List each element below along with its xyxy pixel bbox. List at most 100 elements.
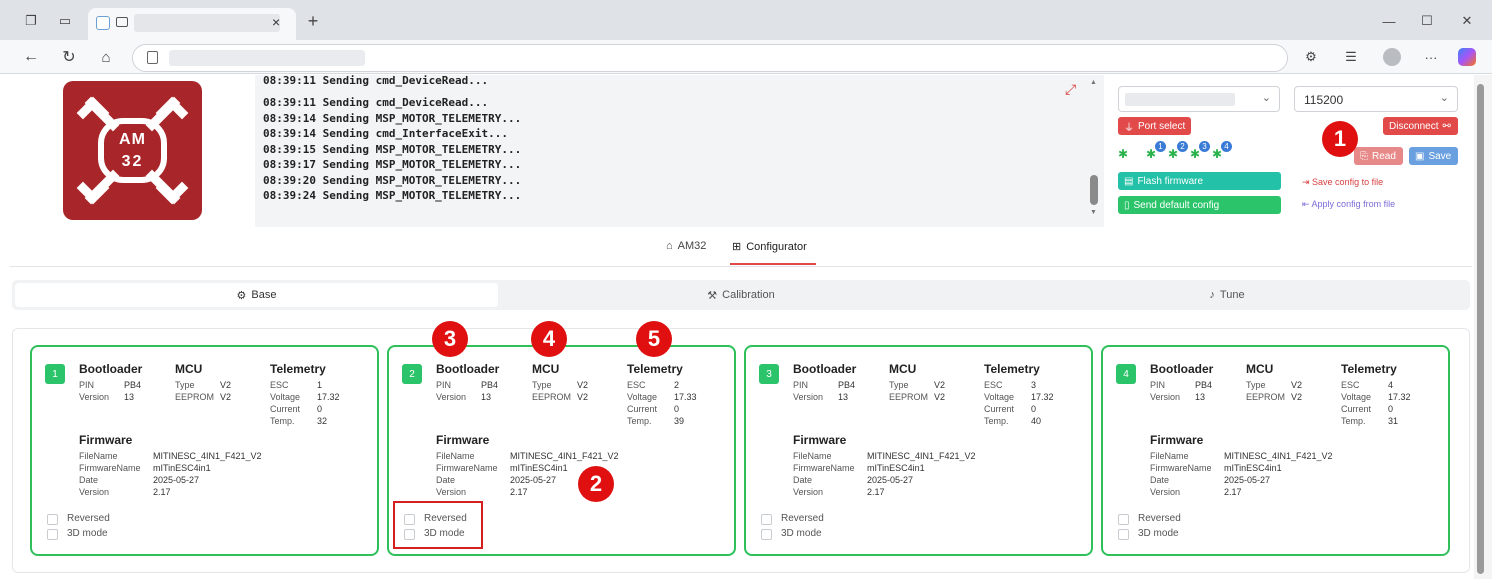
flash-icon: ▤ bbox=[1124, 175, 1134, 187]
date-label: Date bbox=[436, 475, 456, 485]
temp-value: 32 bbox=[317, 416, 328, 426]
profile-avatar[interactable] bbox=[1383, 48, 1401, 66]
bootloader-heading: Bootloader bbox=[1150, 362, 1214, 376]
port-select-button[interactable]: ⏚ Port select bbox=[1118, 117, 1191, 135]
type-value: V2 bbox=[934, 380, 946, 390]
current-label: Current bbox=[627, 404, 658, 414]
eeprom-label: EEPROM bbox=[175, 392, 215, 402]
reversed-checkbox[interactable] bbox=[47, 514, 58, 525]
esc-value: 1 bbox=[317, 380, 323, 390]
3d-mode-checkbox[interactable] bbox=[1118, 529, 1129, 540]
refresh-icon[interactable]: ↻ bbox=[60, 48, 78, 66]
maximize-icon[interactable]: ☐ bbox=[1418, 12, 1436, 30]
esc-card: 3 Bootloader MCU Telemetry PIN PB4 Version 13 Ty… bbox=[744, 345, 1093, 556]
tab-close-icon[interactable]: × bbox=[272, 14, 280, 30]
browser-tab[interactable]: × bbox=[88, 8, 296, 40]
esc-value: 2 bbox=[674, 380, 680, 390]
annotation-badge: 3 bbox=[432, 321, 468, 357]
save-config-link[interactable]: ⇥ Save config to file bbox=[1302, 177, 1383, 188]
bootloader-version-value: 13 bbox=[1195, 392, 1206, 402]
log-console[interactable]: 08:39:11 Sending cmd_DeviceRead... 08:39… bbox=[255, 74, 1104, 227]
disconnect-button[interactable]: Disconnect ⚯ bbox=[1383, 117, 1458, 135]
pin-label: PIN bbox=[79, 380, 95, 390]
settings-icon: ⚙ bbox=[236, 289, 247, 302]
read-button[interactable]: ⎘ Read bbox=[1354, 147, 1403, 165]
url-text bbox=[169, 50, 365, 66]
tab-divider bbox=[10, 266, 1472, 267]
esc-card: 1 Bootloader MCU Telemetry PIN PB4 Version 13 Ty… bbox=[30, 345, 379, 556]
site-info-icon[interactable] bbox=[147, 51, 158, 64]
file-import-icon: ⇤ bbox=[1302, 199, 1312, 209]
bootloader-heading: Bootloader bbox=[793, 362, 857, 376]
firmwarename-label: FirmwareName bbox=[793, 463, 855, 473]
more-icon[interactable]: ··· bbox=[1422, 48, 1440, 66]
eeprom-label: EEPROM bbox=[532, 392, 572, 402]
tab-favicon-icon bbox=[96, 16, 110, 30]
date-label: Date bbox=[793, 475, 813, 485]
send-default-config-button[interactable]: ▯ Send default config bbox=[1118, 196, 1281, 214]
voltage-label: Voltage bbox=[1341, 392, 1372, 402]
reversed-checkbox[interactable] bbox=[1118, 514, 1129, 525]
type-value: V2 bbox=[220, 380, 232, 390]
voltage-label: Voltage bbox=[984, 392, 1015, 402]
voltage-value: 17.32 bbox=[317, 392, 340, 402]
esc-label: ESC bbox=[627, 380, 646, 390]
version-label: Version bbox=[1150, 392, 1181, 402]
expand-icon[interactable]: ⤢ bbox=[1065, 81, 1076, 98]
back-icon[interactable]: ← bbox=[22, 48, 40, 66]
current-label: Current bbox=[984, 404, 1015, 414]
favorites-icon[interactable]: ☰ bbox=[1342, 48, 1360, 66]
reversed-label: Reversed bbox=[1138, 513, 1181, 524]
logo-text-bottom: 32 bbox=[121, 153, 144, 170]
baud-rate-value: 115200 bbox=[1304, 93, 1344, 107]
tab-actions-icon[interactable]: ▭ bbox=[56, 12, 74, 30]
home-icon[interactable]: ⌂ bbox=[97, 48, 115, 66]
pin-label: PIN bbox=[1150, 380, 1166, 390]
subtab-base[interactable]: ⚙ Base bbox=[15, 283, 498, 307]
3d-mode-label: 3D mode bbox=[67, 528, 108, 539]
workspaces-icon[interactable]: ❐ bbox=[22, 12, 40, 30]
chip-icon: ⊞ bbox=[732, 241, 742, 253]
subtab-tune[interactable]: ♪ Tune bbox=[984, 280, 1470, 310]
minimize-icon[interactable]: — bbox=[1380, 12, 1398, 30]
current-value: 0 bbox=[317, 404, 323, 414]
annotation-badge: 4 bbox=[531, 321, 567, 357]
subtab-calibration[interactable]: ⚒ Calibration bbox=[498, 280, 984, 310]
temp-value: 39 bbox=[674, 416, 685, 426]
file-export-icon: ⇥ bbox=[1302, 177, 1313, 187]
baud-rate-dropdown[interactable]: 115200 ⌄ bbox=[1294, 86, 1458, 112]
firmware-heading: Firmware bbox=[79, 433, 133, 447]
extensions-icon[interactable]: ⚙ bbox=[1302, 48, 1320, 66]
bug-icon: ✱ bbox=[1168, 147, 1179, 161]
port-dropdown[interactable]: ⌄ bbox=[1118, 86, 1280, 112]
version-label: Version bbox=[79, 392, 110, 402]
reversed-checkbox[interactable] bbox=[761, 514, 772, 525]
reversed-label: Reversed bbox=[781, 513, 824, 524]
apply-config-link[interactable]: ⇤ Apply config from file bbox=[1302, 199, 1395, 210]
type-value: V2 bbox=[577, 380, 589, 390]
url-input[interactable] bbox=[132, 44, 1288, 72]
annotation-badge: 1 bbox=[1322, 121, 1358, 157]
active-tab-indicator bbox=[730, 263, 816, 265]
flash-firmware-button[interactable]: ▤ Flash firmware bbox=[1118, 172, 1281, 190]
close-window-icon[interactable]: ✕ bbox=[1458, 12, 1476, 30]
date-value: 2025-05-27 bbox=[1224, 475, 1271, 485]
save-button[interactable]: ▣ Save bbox=[1409, 147, 1458, 165]
3d-mode-checkbox[interactable] bbox=[47, 529, 58, 540]
port-value bbox=[1125, 93, 1235, 106]
log-line: 08:39:20 Sending MSP_MOTOR_TELEMETRY... bbox=[263, 174, 522, 187]
tab-am32[interactable]: ⌂ AM32 bbox=[666, 240, 706, 252]
music-note-icon: ♪ bbox=[1209, 289, 1215, 301]
temp-label: Temp. bbox=[270, 416, 295, 426]
3d-mode-checkbox[interactable] bbox=[761, 529, 772, 540]
temp-label: Temp. bbox=[1341, 416, 1366, 426]
new-tab-icon[interactable]: + bbox=[304, 11, 322, 31]
page-scrollbar-thumb[interactable] bbox=[1477, 84, 1484, 574]
firmwarename-value: mITinESC4in1 bbox=[153, 463, 211, 473]
document-icon: ▯ bbox=[1124, 199, 1130, 211]
esc-card: 4 Bootloader MCU Telemetry PIN PB4 Version 13 Ty… bbox=[1101, 345, 1450, 556]
filename-label: FileName bbox=[436, 451, 475, 461]
copilot-icon[interactable] bbox=[1458, 48, 1476, 66]
console-scrollbar[interactable]: ▲ ▼ bbox=[1088, 79, 1100, 221]
tab-configurator[interactable]: ⊞ Configurator bbox=[732, 240, 807, 254]
